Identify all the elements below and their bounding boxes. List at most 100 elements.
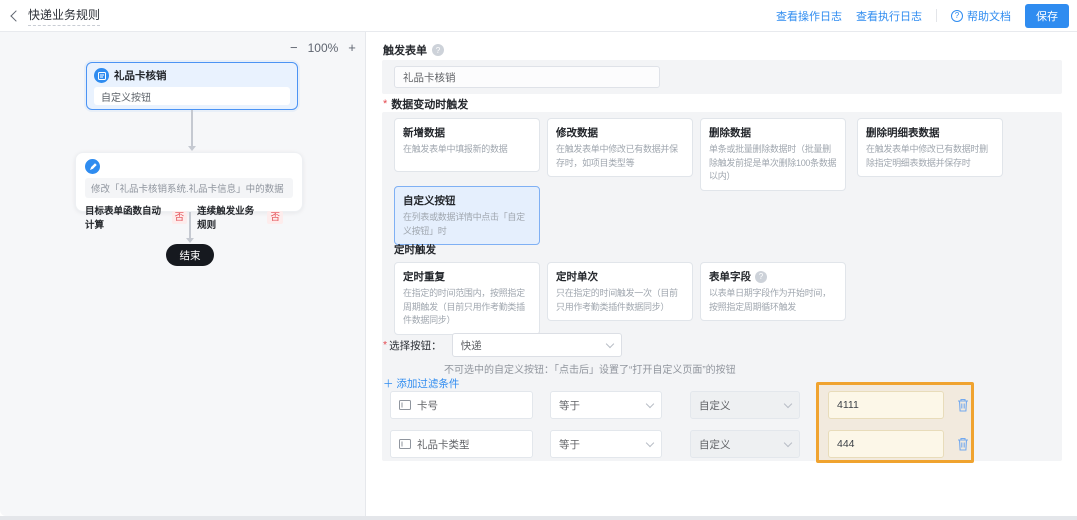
card-title: 删除数据 [709,127,751,139]
card-desc: 以表单日期字段作为开始时间，按照指定周期循环触发 [709,288,831,312]
timer-trigger-label: 定时触发 [394,244,436,256]
question-circle-icon: ? [951,9,963,22]
card-add-data[interactable]: 新增数据 在触发表单中填报新的数据 [394,118,540,172]
filter-field-name: 卡号 [417,399,438,412]
divider [936,9,937,22]
flow-node-end: 结束 [166,244,214,266]
trigger-form-input[interactable]: 礼品卡核销 [394,66,660,88]
flag-label: 连续触发业务规则 [197,206,255,231]
delete-filter-button[interactable] [956,436,970,452]
delete-filter-button[interactable] [956,397,970,413]
card-timer-once[interactable]: 定时单次 只在指定的时间触发一次（目前只用作考勤类插件数据同步） [547,262,693,321]
form-icon [94,68,109,83]
topbar-actions: 查看操作日志 查看执行日志 ? 帮助文档 保存 [776,3,1069,28]
card-title: 删除明细表数据 [866,127,940,139]
required-asterisk: * [383,98,388,110]
trigger-form-label-row: 触发表单 ? [383,42,444,58]
flow-canvas[interactable]: − 100% + 礼品卡核销 自定义按钮 修改「礼品卡核销系统.礼品卡信息」中的… [0,32,366,516]
card-title: 定时重复 [403,271,445,283]
trash-icon [958,398,968,412]
question-circle-icon[interactable]: ? [755,270,767,283]
help-doc-button[interactable]: ? 帮助文档 [951,8,1011,24]
filter-type-value: 自定义 [699,399,731,412]
page-title[interactable]: 快递业务规则 [28,6,101,26]
zoom-level: 100% [307,40,339,55]
arrow-down-icon [188,146,196,151]
card-title: 定时单次 [556,271,598,283]
card-delete-subtable-data[interactable]: 删除明细表数据 在触发表单中修改已有数据时删除指定明细表数据并保存时 [857,118,1003,177]
required-asterisk: * [383,339,388,351]
action-node-summary: 修改「礼品卡核销系统.礼品卡信息」中的数据 [85,178,293,198]
card-title-text: 表单字段 [709,271,751,283]
window-bottom-edge [0,516,1077,520]
flow-node-action[interactable]: 修改「礼品卡核销系统.礼品卡信息」中的数据 目标表单函数自动计算 否 连续触发业… [75,152,303,231]
trigger-node-title: 礼品卡核销 [114,70,167,82]
add-filter-button[interactable]: ＋ 添加过滤条件 [383,376,459,391]
text-field-icon [399,400,411,410]
help-doc-label: 帮助文档 [967,10,1011,23]
filter-type-dropdown[interactable]: 自定义 [690,430,800,458]
filter-value-input[interactable]: 444 [828,430,944,458]
card-desc: 在触发表单中修改已有数据时删除指定明细表数据并保存时 [866,144,988,168]
filter-type-dropdown[interactable]: 自定义 [690,391,800,419]
flag-label: 目标表单函数自动计算 [85,206,162,231]
view-execution-log-link[interactable]: 查看执行日志 [856,8,922,24]
filter-operator-value: 等于 [559,399,580,412]
edit-icon [85,159,100,174]
flow-connector [189,212,191,239]
card-desc: 单条或批量删除数据时（批量删除触发前提是单次删除100条数据以内） [709,144,837,181]
filter-operator-value: 等于 [559,438,580,451]
filter-type-value: 自定义 [699,438,731,451]
filter-field-name: 礼品卡类型 [417,438,470,451]
flow-node-trigger[interactable]: 礼品卡核销 自定义按钮 [86,62,298,110]
arrow-down-icon [186,238,194,243]
card-title: 自定义按钮 [403,195,456,207]
card-title: 新增数据 [403,127,445,139]
select-button-label: 选择按钮： [389,339,442,352]
config-panel: 触发表单 ? 礼品卡核销 * 数据变动时触发 新增数据 在触发表单中填报新的数据… [366,32,1077,516]
trigger-form-label: 触发表单 [383,45,427,57]
data-change-label-row: * 数据变动时触发 [383,96,468,112]
view-operation-log-link[interactable]: 查看操作日志 [776,8,842,24]
button-select-value: 快递 [460,339,482,352]
card-desc: 在触发表单中修改已有数据并保存时，如项目类型等 [556,144,678,168]
filter-field-chip[interactable]: 卡号 [390,391,533,419]
chevron-down-icon [783,399,793,408]
zoom-control: − 100% + [290,40,356,55]
card-custom-button-selected[interactable]: 自定义按钮 在列表或数据详情中点击「自定义按钮」时 [394,186,540,245]
select-button-row: * 选择按钮： 快递 [383,333,622,357]
trash-icon [958,437,968,451]
card-modify-data[interactable]: 修改数据 在触发表单中修改已有数据并保存时，如项目类型等 [547,118,693,177]
save-button[interactable]: 保存 [1025,3,1069,28]
chevron-down-icon [645,399,655,408]
card-desc: 在指定的时间范围内，按照指定周期触发（目前只用作考勤类插件数据同步） [403,288,525,325]
select-button-note: 不可选中的自定义按钮：「点击后」设置了“打开自定义页面”的按钮 [444,365,736,376]
card-timer-repeat[interactable]: 定时重复 在指定的时间范围内，按照指定周期触发（目前只用作考勤类插件数据同步） [394,262,540,335]
question-circle-icon[interactable]: ? [432,44,444,56]
chevron-down-icon [645,438,655,447]
back-icon[interactable] [10,9,22,22]
zoom-out-button[interactable]: − [290,40,298,55]
chevron-down-icon [783,438,793,447]
text-field-icon [399,439,411,449]
card-form-field[interactable]: 表单字段 ? 以表单日期字段作为开始时间，按照指定周期循环触发 [700,262,846,321]
card-delete-data[interactable]: 删除数据 单条或批量删除数据时（批量删除触发前提是单次删除100条数据以内） [700,118,846,191]
main-area: − 100% + 礼品卡核销 自定义按钮 修改「礼品卡核销系统.礼品卡信息」中的… [0,32,1077,516]
filter-operator-dropdown[interactable]: 等于 [550,430,662,458]
filter-value-input[interactable]: 4111 [828,391,944,419]
chevron-down-icon [605,339,614,348]
filter-field-chip[interactable]: 礼品卡类型 [390,430,533,458]
flow-connector [191,110,193,147]
card-desc: 只在指定的时间触发一次（目前只用作考勤类插件数据同步） [556,288,678,312]
zoom-in-button[interactable]: + [348,40,356,55]
button-select-dropdown[interactable]: 快递 [451,333,622,357]
trigger-node-subtitle: 自定义按钮 [94,87,290,105]
status-badge: 否 [171,210,188,224]
card-desc: 在列表或数据详情中点击「自定义按钮」时 [403,212,525,236]
card-desc: 在触发表单中填报新的数据 [403,144,508,154]
filter-operator-dropdown[interactable]: 等于 [550,391,662,419]
top-bar: 快递业务规则 查看操作日志 查看执行日志 ? 帮助文档 保存 [0,0,1077,32]
status-badge: 否 [267,210,283,224]
data-change-label: 数据变动时触发 [391,99,469,111]
card-title: 修改数据 [556,127,598,139]
